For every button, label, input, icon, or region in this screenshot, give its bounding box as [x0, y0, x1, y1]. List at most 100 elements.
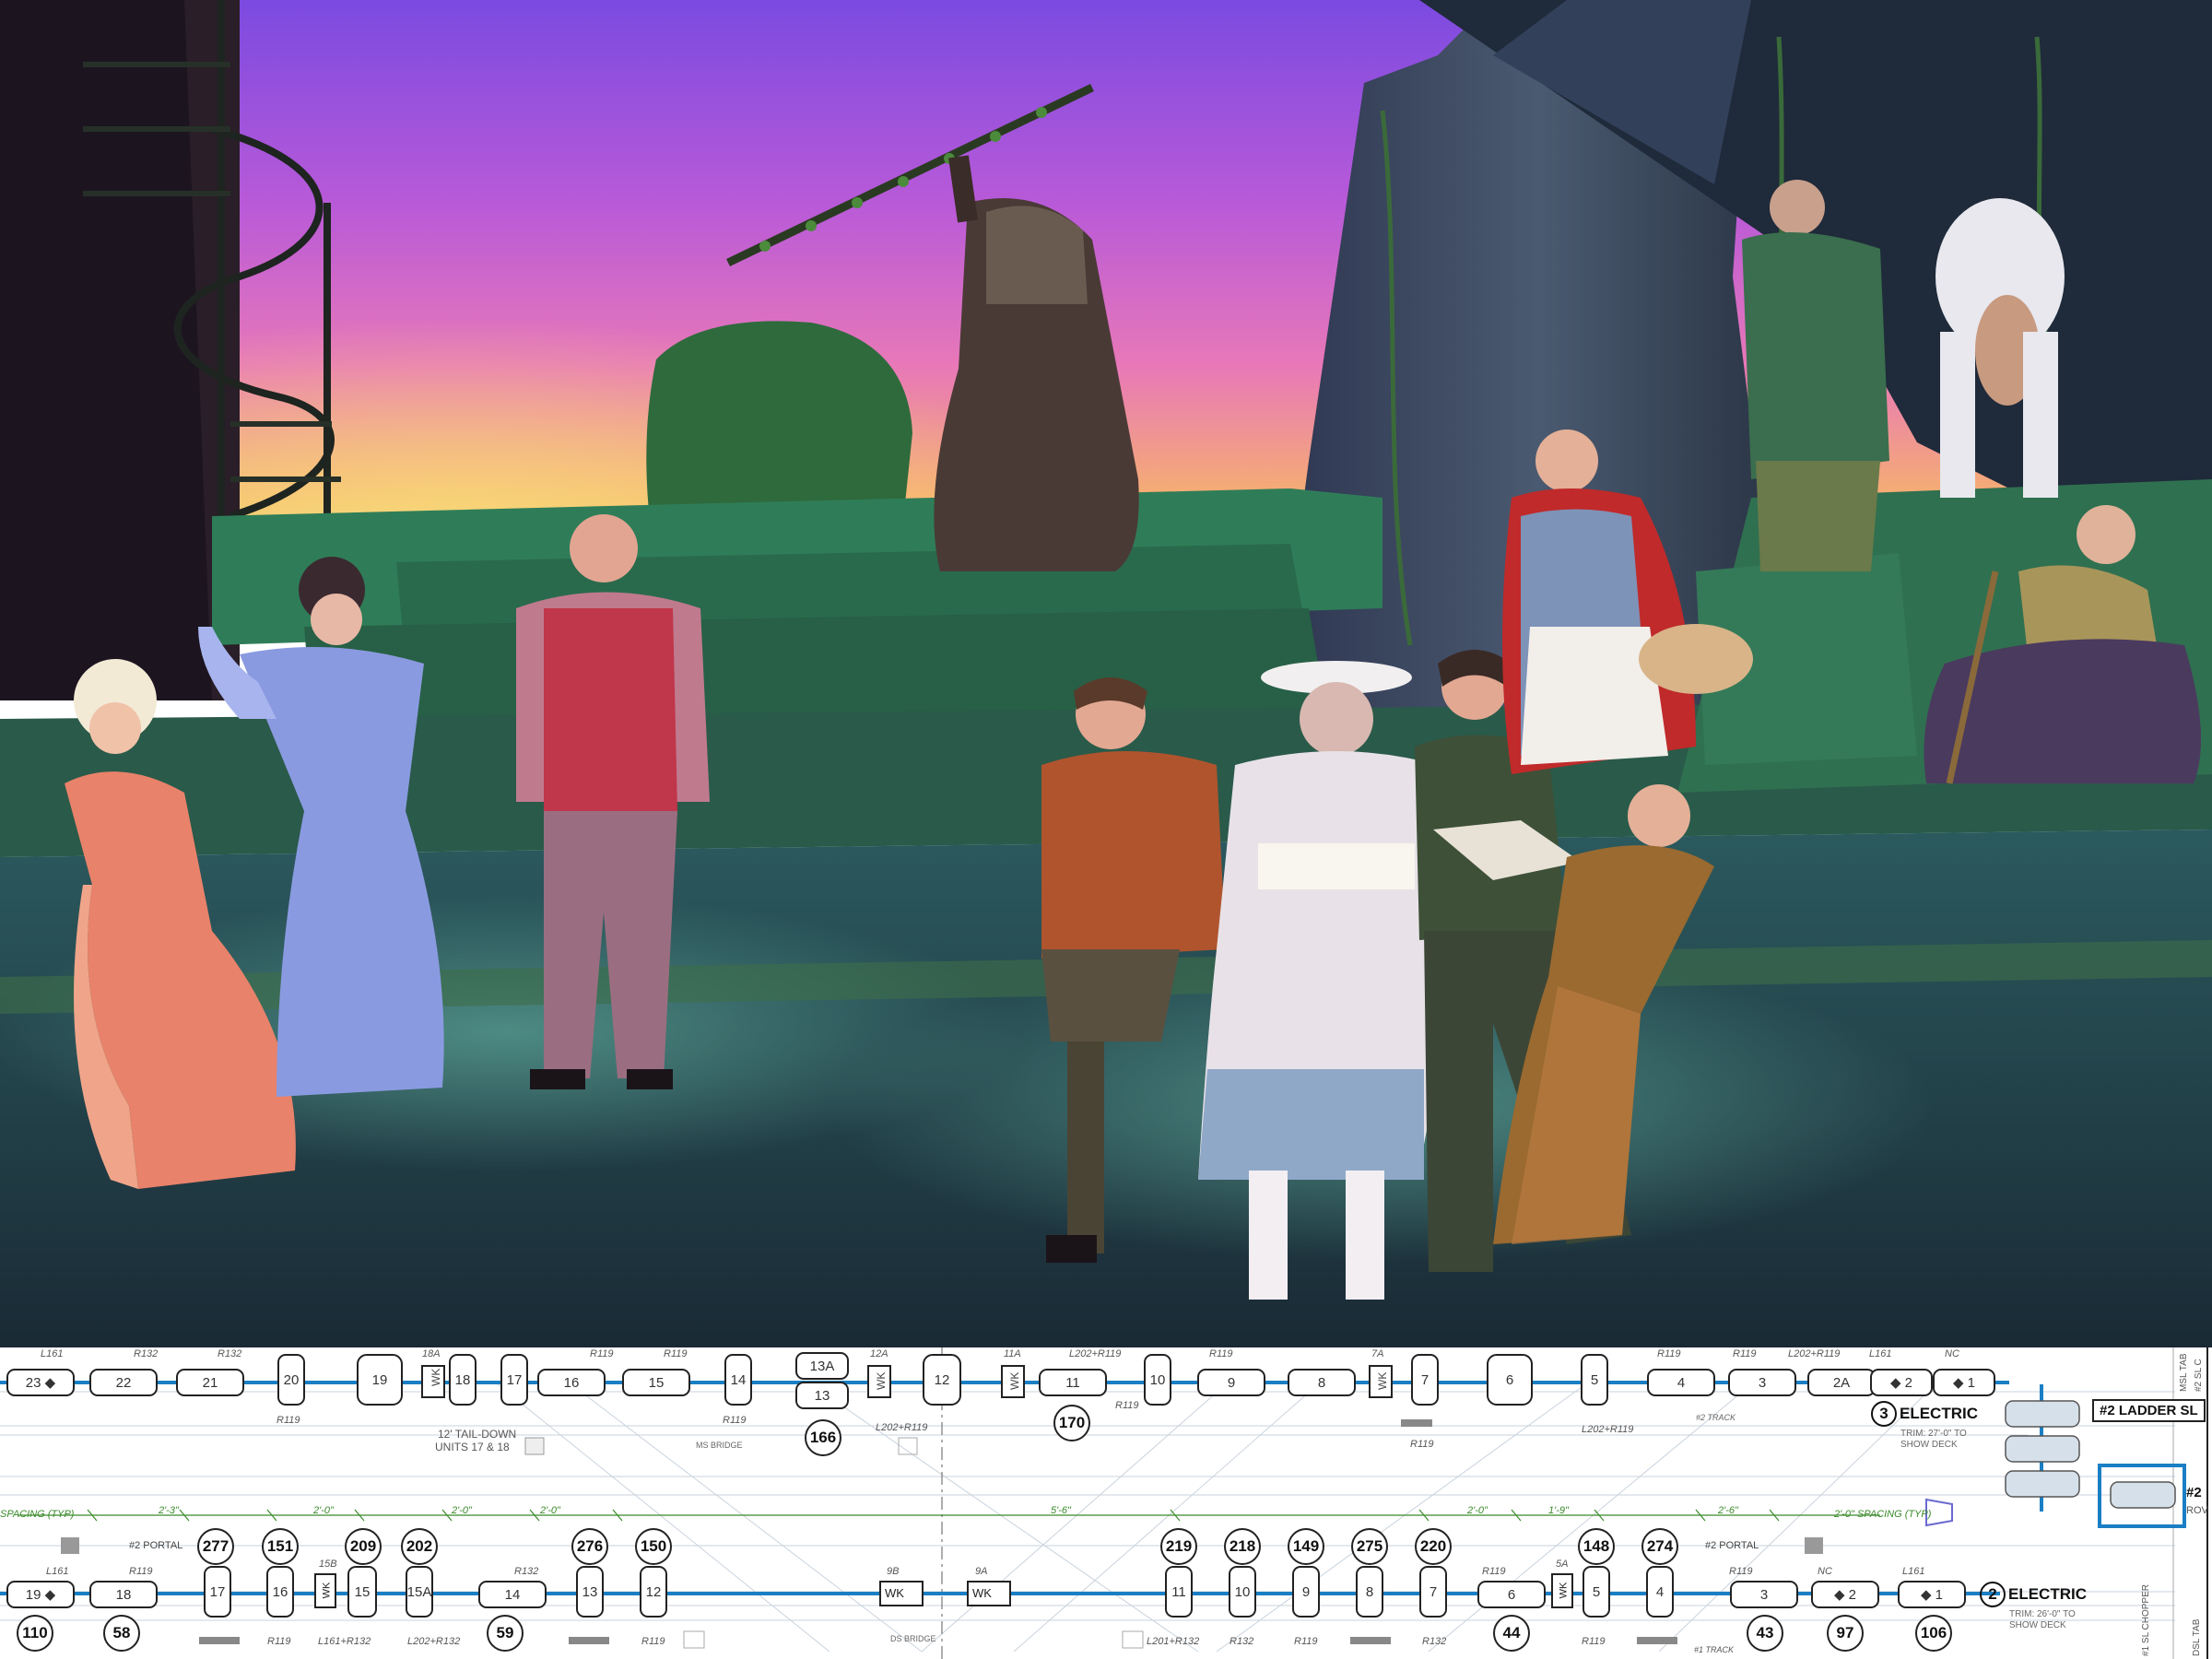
fixture-5: 5	[1592, 1584, 1601, 1600]
fixture-21: 21	[202, 1375, 218, 1391]
gel-label: L161	[46, 1566, 69, 1577]
circuit-209: 209	[345, 1528, 382, 1565]
stage-photo-image	[0, 0, 2212, 1347]
circuit-43: 43	[1747, 1615, 1783, 1652]
gel-label: R132	[1422, 1636, 1447, 1647]
fixture-7: 7	[1420, 1372, 1430, 1388]
circuit-106: 106	[1915, 1615, 1952, 1652]
wk-label: WK	[429, 1368, 442, 1386]
ms-bridge-note: MS BRIDGE	[696, 1441, 743, 1450]
circuit-58: 58	[103, 1615, 140, 1652]
dim: 5'-6"	[1051, 1505, 1071, 1516]
gel-label: R119	[276, 1415, 300, 1426]
gel-label: R119	[1729, 1566, 1753, 1577]
dim: 2'-0"	[1467, 1505, 1488, 1516]
fixture-18: 18	[115, 1587, 132, 1603]
dim: 2'-3"	[159, 1505, 179, 1516]
wk-label: WK	[875, 1371, 888, 1390]
unit-label: 12A	[870, 1348, 888, 1359]
gel-label: R119	[1209, 1348, 1233, 1359]
fixture-13: 13	[814, 1388, 830, 1404]
portal-right: #2 PORTAL	[1705, 1540, 1759, 1551]
fixture-19: 19 ◆	[25, 1587, 56, 1603]
fixture-2: ◆ 2	[1889, 1375, 1913, 1391]
fixture-16: 16	[272, 1584, 288, 1600]
gel-label: R119	[723, 1415, 747, 1426]
gel-label: L161+R132	[318, 1636, 371, 1647]
track-note: #2 TRACK	[1696, 1413, 1736, 1422]
side-label: MSL TAB	[2179, 1353, 2189, 1393]
stage-photo	[0, 0, 2212, 1347]
wk-label: WK	[1558, 1582, 1570, 1599]
fixture-12: 12	[645, 1584, 662, 1600]
fixture-15: 15	[354, 1584, 371, 1600]
fixture-17: 17	[209, 1584, 226, 1600]
gel-label: L161	[1902, 1566, 1925, 1577]
unit-label: 5A	[1556, 1559, 1569, 1570]
wk-label: WK	[1008, 1371, 1021, 1390]
spacing-left: SPACING (TYP)	[0, 1509, 75, 1520]
electric-3-number: 3	[1871, 1401, 1897, 1427]
unit-label: 9A	[975, 1566, 988, 1577]
electric-2-label: 2 ELECTRIC	[1980, 1582, 2087, 1607]
electric-2-trim: TRIM: 26'-0" TO	[2009, 1609, 2076, 1619]
fixture-9: 9	[1227, 1375, 1236, 1391]
track-note: #1 TRACK	[1694, 1645, 1735, 1654]
gel-label: L202+R119	[1788, 1348, 1841, 1359]
fixture-20: 20	[283, 1372, 300, 1388]
gel-label: R119	[641, 1636, 665, 1647]
row-label: ROV	[2186, 1505, 2208, 1516]
gel-label: R119	[1482, 1566, 1506, 1577]
electric-3-trim2: SHOW DECK	[1900, 1440, 1958, 1450]
circuit-148: 148	[1578, 1528, 1615, 1565]
gel-label: R119	[1294, 1636, 1318, 1647]
electric-2-text: ELECTRIC	[2008, 1585, 2087, 1603]
fixture-15: 15	[648, 1375, 665, 1391]
dim: 1'-9"	[1548, 1505, 1569, 1516]
dim: 2'-0"	[452, 1505, 472, 1516]
fixture-22: 22	[115, 1375, 132, 1391]
gel-label: R119	[129, 1566, 153, 1577]
fixture-10: 10	[1149, 1372, 1166, 1388]
fixture-1: ◆ 1	[1920, 1587, 1944, 1603]
circuit-218: 218	[1224, 1528, 1261, 1565]
electric-2-trim2: SHOW DECK	[2009, 1620, 2066, 1630]
fixture-17: 17	[506, 1372, 523, 1388]
unit-label: 11A	[1004, 1348, 1021, 1359]
wk-label: WK	[885, 1586, 904, 1600]
circuit-59: 59	[487, 1615, 524, 1652]
side-label: #2 SL C	[2194, 1359, 2204, 1392]
fixture-7: 7	[1429, 1584, 1438, 1600]
gel-label: L202+R132	[407, 1636, 461, 1647]
fixture-14: 14	[730, 1372, 747, 1388]
fixture-11: 11	[1065, 1375, 1080, 1391]
gel-label: NC	[1818, 1566, 1832, 1577]
fixture-4: 4	[1655, 1584, 1665, 1600]
fixture-23: 23 ◆	[25, 1375, 56, 1391]
circuit-149: 149	[1288, 1528, 1324, 1565]
dim: 2'-0"	[540, 1505, 560, 1516]
circuit-166: 166	[805, 1419, 841, 1456]
gel-label: L161	[1869, 1348, 1892, 1359]
plot-drawing	[0, 1347, 2208, 1659]
portal-left: #2 PORTAL	[129, 1540, 183, 1551]
electric-3-trim: TRIM: 27'-0" TO	[1900, 1429, 1967, 1439]
lighting-plot: L161 R132 R132 R119 R119 L202+R119 R119 …	[0, 1347, 2212, 1659]
fixture-13a: 13A	[809, 1359, 835, 1374]
wk-label: WK	[972, 1586, 992, 1600]
gel-label: NC	[1945, 1348, 1959, 1359]
fixture-8: 8	[1317, 1375, 1326, 1391]
gel-label: R119	[1657, 1348, 1681, 1359]
electric-2-number: 2	[1980, 1582, 2006, 1607]
gel-label: L202+R119	[1582, 1424, 1634, 1435]
gel-label: R132	[1230, 1636, 1254, 1647]
ladder-2-label: #2	[2186, 1485, 2202, 1500]
circuit-202: 202	[401, 1528, 438, 1565]
tail-down-note: 12' TAIL-DOWN	[438, 1428, 517, 1441]
fixture-4: 4	[1677, 1375, 1686, 1391]
fixture-19: 19	[371, 1372, 388, 1388]
circuit-170: 170	[1053, 1405, 1090, 1441]
fixture-3: 3	[1759, 1587, 1769, 1603]
dim: 2'-6"	[1718, 1505, 1738, 1516]
gel-label: R119	[1410, 1439, 1434, 1450]
